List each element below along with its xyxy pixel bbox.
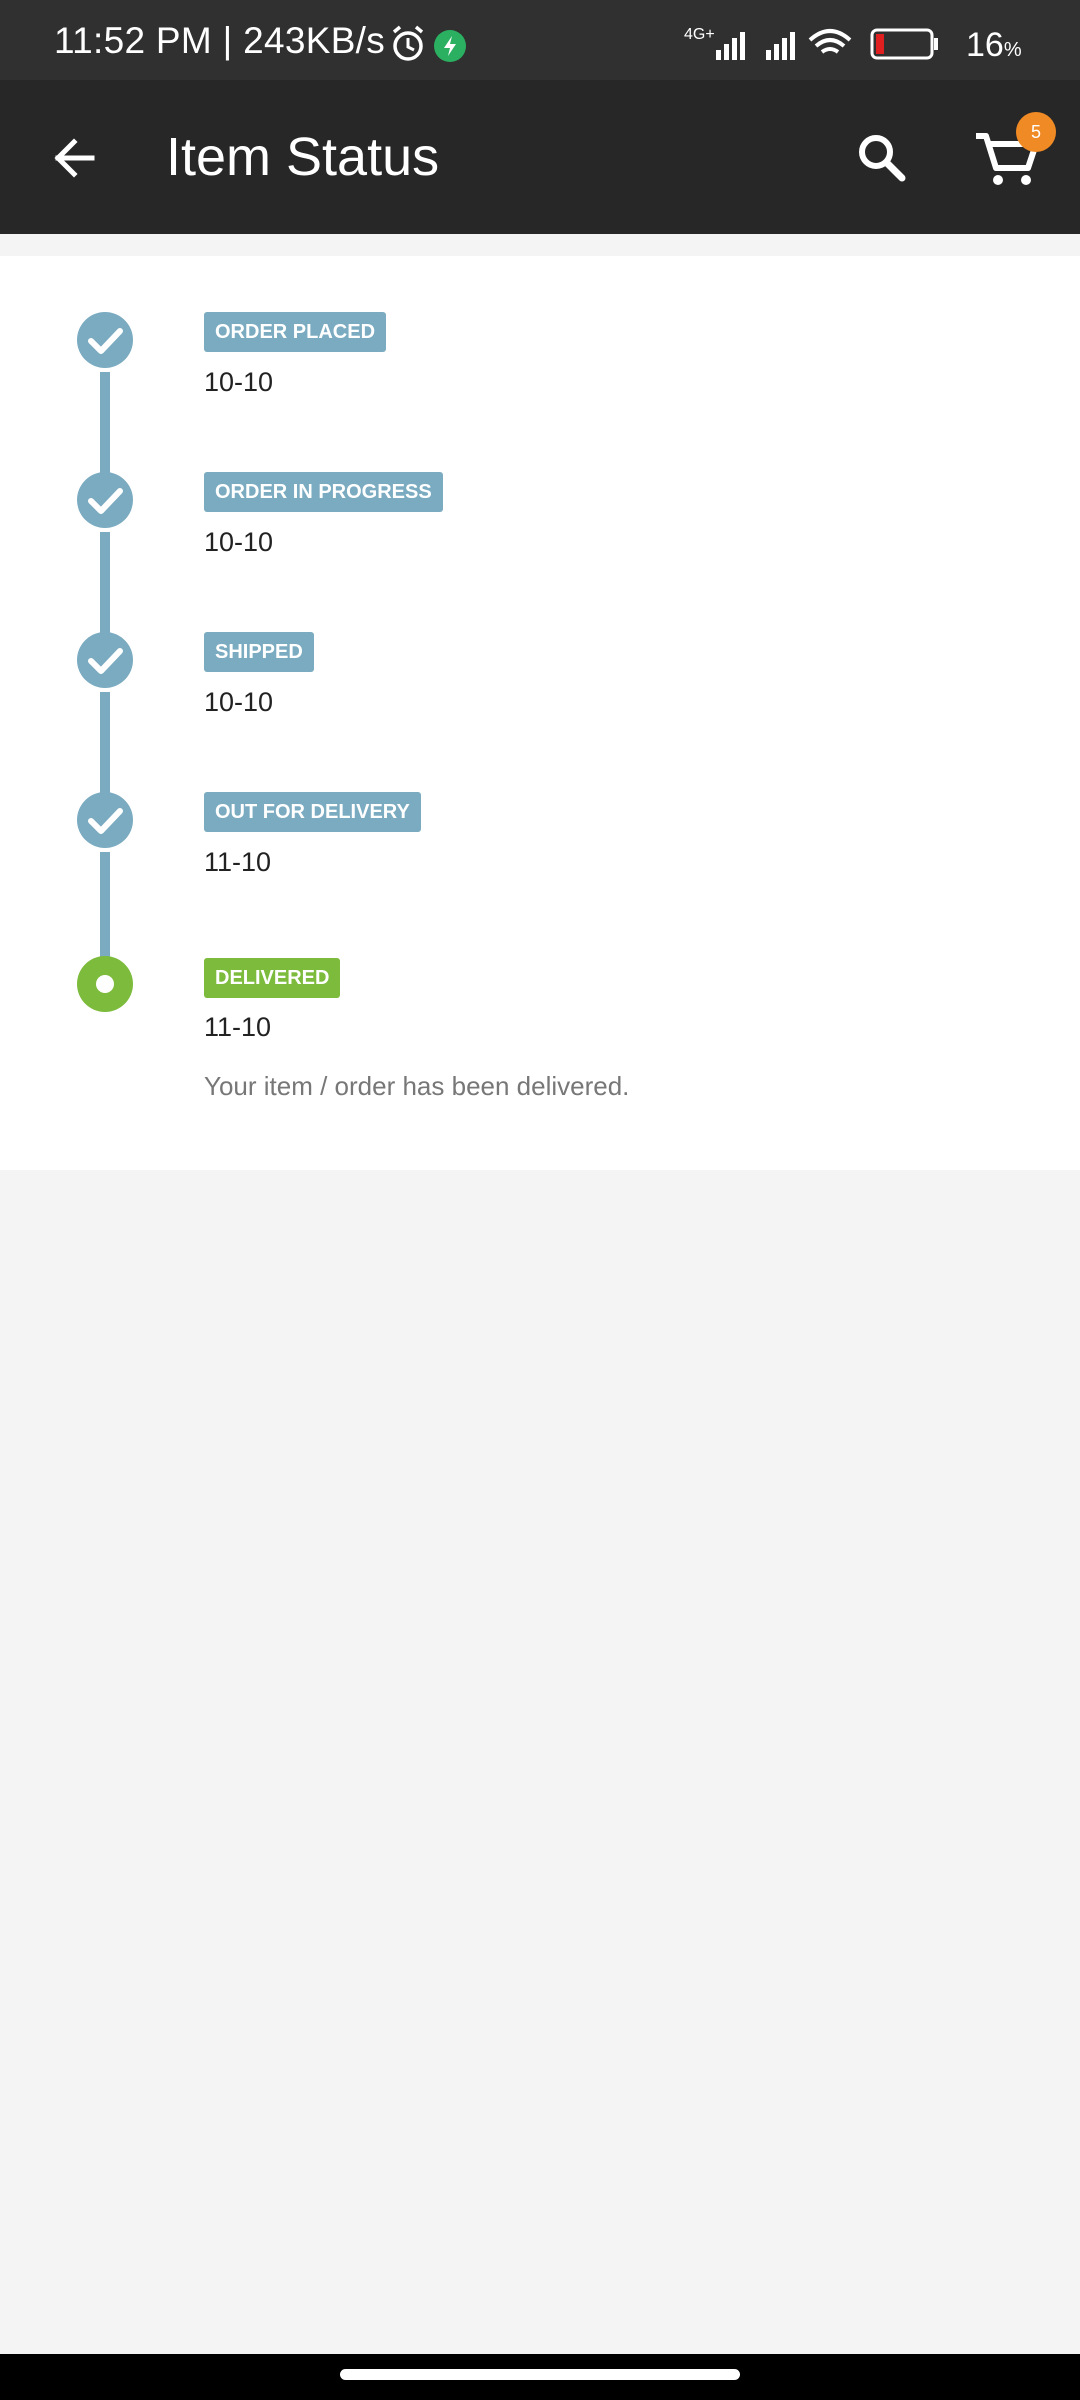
home-gesture-handle[interactable] <box>340 2369 740 2380</box>
step-date: 11-10 <box>204 1012 272 1042</box>
alarm-icon <box>392 25 424 61</box>
status-bar: 11:52 PM | 243KB/s 4G+ 16% <box>0 0 1080 80</box>
delivery-status-message: Your item / order has been delivered. <box>204 1071 630 1101</box>
timeline-connector <box>100 532 110 636</box>
step-label-delivered: DELIVERED <box>204 958 341 998</box>
wifi-icon <box>808 29 852 54</box>
system-navigation-bar <box>0 2354 1080 2400</box>
step-complete-check-icon <box>77 792 133 848</box>
app-bar: Item Status <box>0 80 1080 234</box>
step-label-out-for-delivery: OUT FOR DELIVERY <box>204 792 421 832</box>
step-complete-check-icon <box>77 312 133 368</box>
timeline-connector <box>100 852 110 960</box>
step-date: 10-10 <box>204 527 274 557</box>
battery-percent-label: 16% <box>966 26 1022 64</box>
shield-app-icon <box>434 30 466 62</box>
page-title: Item Status <box>166 127 440 187</box>
back-arrow-icon[interactable] <box>40 122 112 194</box>
step-current-radio-dot-icon <box>77 956 133 1012</box>
timeline-connector <box>100 692 110 796</box>
step-date: 10-10 <box>204 367 274 397</box>
step-label-order-in-progress: ORDER IN PROGRESS <box>204 472 443 512</box>
status-time-speed: 11:52 PM | 243KB/s <box>54 20 386 61</box>
step-date: 10-10 <box>204 687 274 717</box>
step-complete-check-icon <box>77 472 133 528</box>
battery-icon <box>870 28 938 60</box>
alarm-and-vpn-icons <box>392 25 466 62</box>
search-icon[interactable] <box>846 122 918 194</box>
order-status-card: ORDER PLACED 10-10 ORDER IN PROGRESS 10-… <box>0 256 1080 1170</box>
step-complete-check-icon <box>77 632 133 688</box>
timeline-connector <box>100 372 110 476</box>
signal-1-icon <box>716 32 745 60</box>
signal-2-icon <box>766 32 795 60</box>
cart-count-badge: 5 <box>1016 112 1056 152</box>
step-label-shipped: SHIPPED <box>204 632 314 672</box>
step-label-order-placed: ORDER PLACED <box>204 312 387 352</box>
step-date: 11-10 <box>204 847 272 877</box>
